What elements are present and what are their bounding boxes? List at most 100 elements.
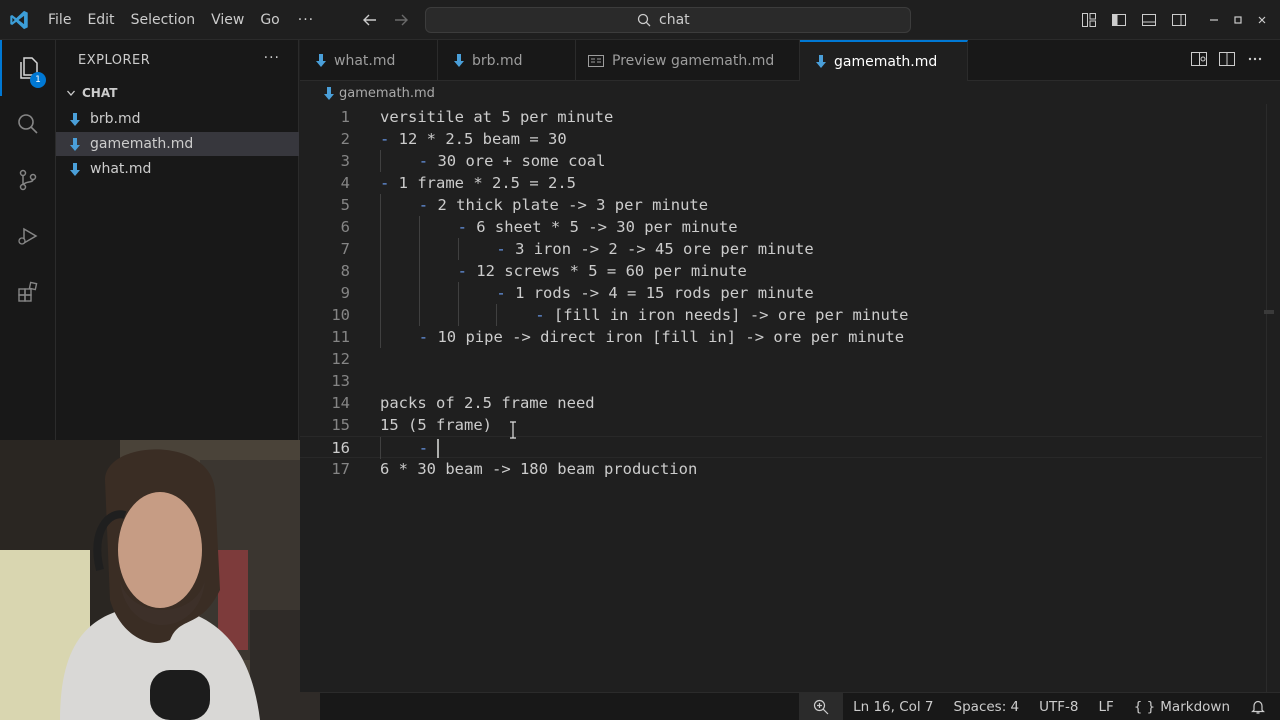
editor-line[interactable]: 2 - 12 * 2.5 beam = 30 [300, 128, 1262, 150]
line-text[interactable]: 15 (5 frame) [380, 414, 492, 436]
breadcrumb[interactable]: gamemath.md [300, 82, 435, 104]
title-bar: File Edit Selection View Go ··· [0, 0, 1280, 40]
search-icon [637, 13, 651, 27]
breadcrumb-file[interactable]: gamemath.md [339, 86, 435, 101]
editor-line[interactable]: 15 15 (5 frame) [300, 414, 1262, 436]
back-arrow-icon[interactable] [360, 10, 380, 30]
language-mode-status[interactable]: { } Markdown [1124, 693, 1240, 720]
more-actions-icon[interactable] [1246, 50, 1264, 68]
zoom-icon [813, 699, 829, 714]
scrollbar-slider[interactable] [1264, 310, 1274, 314]
toggle-panel-icon[interactable] [1134, 0, 1164, 40]
editor-line[interactable]: 16 - [300, 436, 1262, 459]
line-text[interactable]: - [fill in iron needs] -> ore per minute [535, 304, 908, 326]
tab-what-md[interactable]: what.md [300, 40, 438, 81]
markdown-icon [816, 55, 826, 68]
toggle-secondary-sidebar-icon[interactable] [1164, 0, 1194, 40]
explorer-more-button[interactable]: ··· [264, 50, 280, 66]
markdown-icon [316, 54, 326, 67]
explorer-activity[interactable]: 1 [0, 40, 56, 96]
file-item-gamemath[interactable]: gamemath.md [56, 132, 299, 156]
encoding-status[interactable]: UTF-8 [1029, 693, 1088, 720]
tab-brb-md[interactable]: brb.md [438, 40, 576, 81]
line-text[interactable]: - 1 rods -> 4 = 15 rods per minute [496, 282, 813, 304]
title-bar-controls [1074, 0, 1280, 40]
line-text[interactable]: - [419, 437, 440, 459]
cursor-position-status[interactable]: Ln 16, Col 7 [843, 693, 943, 720]
command-center-search[interactable] [425, 7, 911, 33]
indent-guide [380, 304, 381, 326]
line-text[interactable]: versitile at 5 per minute [380, 106, 613, 128]
editor-line[interactable]: 13 [300, 370, 1262, 392]
source-control-activity[interactable] [0, 152, 56, 208]
customize-layout-icon[interactable] [1074, 0, 1104, 40]
indent-guide [380, 282, 381, 304]
list-bullet: - [496, 284, 506, 302]
menu-edit[interactable]: Edit [79, 0, 122, 40]
editor-line[interactable]: 10 - [fill in iron needs] -> ore per minu… [300, 304, 1262, 326]
file-item-brb[interactable]: brb.md [56, 107, 299, 131]
text-cursor [437, 439, 440, 458]
editor-line[interactable]: 11 - 10 pipe -> direct iron [fill in] -> … [300, 326, 1262, 348]
editor-line[interactable]: 5 - 2 thick plate -> 3 per minute [300, 194, 1262, 216]
run-debug-icon [18, 227, 38, 245]
eol-status[interactable]: LF [1089, 693, 1124, 720]
open-preview-side-icon[interactable] [1190, 50, 1208, 68]
line-text[interactable]: packs of 2.5 frame need [380, 392, 595, 414]
editor-line[interactable]: 6 - 6 sheet * 5 -> 30 per minute [300, 216, 1262, 238]
menu-view[interactable]: View [203, 0, 252, 40]
menu-file[interactable]: File [40, 0, 79, 40]
indent-guide [418, 304, 420, 326]
editor-line[interactable]: 3 - 30 ore + some coal [300, 150, 1262, 172]
line-text[interactable]: - 30 ore + some coal [419, 150, 606, 172]
line-text[interactable]: 6 * 30 beam -> 180 beam production [380, 458, 697, 480]
list-bullet: - [380, 174, 390, 192]
forward-arrow-icon[interactable] [391, 10, 411, 30]
line-text[interactable]: - 3 iron -> 2 -> 45 ore per minute [496, 238, 813, 260]
editor-line[interactable]: 17 6 * 30 beam -> 180 beam production [300, 458, 1262, 480]
folder-header-chat[interactable]: CHAT [56, 82, 299, 104]
toggle-primary-sidebar-icon[interactable] [1104, 0, 1134, 40]
menu-more-button[interactable]: ··· [288, 12, 324, 28]
line-number: 2 [340, 130, 350, 148]
editor-tab-bar: what.md brb.md Preview gamemath.md gamem… [300, 40, 1280, 81]
code-editor[interactable]: 1 versitile at 5 per minute 2 - 12 * 2.5 be… [300, 104, 1280, 692]
editor-line[interactable]: 4 - 1 frame * 2.5 = 2.5 [300, 172, 1262, 194]
chevron-down-icon [60, 88, 82, 98]
vertical-scrollbar[interactable] [1266, 104, 1280, 692]
extensions-activity[interactable] [0, 264, 56, 320]
menu-go[interactable]: Go [252, 0, 287, 40]
editor-line[interactable]: 7 - 3 iron -> 2 -> 45 ore per minute [300, 238, 1262, 260]
file-item-what[interactable]: what.md [56, 157, 299, 181]
maximize-button[interactable] [1226, 0, 1250, 40]
minimize-button[interactable] [1202, 0, 1226, 40]
extensions-icon [18, 281, 38, 302]
tab-preview-gamemath[interactable]: Preview gamemath.md [576, 40, 800, 81]
line-text[interactable]: - 1 frame * 2.5 = 2.5 [380, 172, 576, 194]
bell-icon [1251, 700, 1265, 714]
list-bullet: - [496, 240, 506, 258]
markdown-icon [324, 86, 334, 100]
zoom-status[interactable] [799, 692, 844, 720]
indentation-status[interactable]: Spaces: 4 [944, 693, 1030, 720]
line-number: 14 [331, 394, 350, 412]
editor-line[interactable]: 1 versitile at 5 per minute [300, 106, 1262, 128]
notifications-status[interactable] [1240, 693, 1280, 720]
search-input[interactable] [659, 12, 699, 28]
search-activity[interactable] [0, 96, 56, 152]
close-window-button[interactable] [1250, 0, 1274, 40]
list-bullet: - [380, 130, 390, 148]
editor-line[interactable]: 12 [300, 348, 1262, 370]
line-text[interactable]: - 2 thick plate -> 3 per minute [419, 194, 708, 216]
split-editor-icon[interactable] [1218, 50, 1236, 68]
editor-line[interactable]: 8 - 12 screws * 5 = 60 per minute [300, 260, 1262, 282]
run-debug-activity[interactable] [0, 208, 56, 264]
menu-selection[interactable]: Selection [123, 0, 204, 40]
line-text[interactable]: - 10 pipe -> direct iron [fill in] -> or… [419, 326, 904, 348]
line-text[interactable]: - 12 screws * 5 = 60 per minute [458, 260, 747, 282]
editor-line[interactable]: 14 packs of 2.5 frame need [300, 392, 1262, 414]
line-text[interactable]: - 6 sheet * 5 -> 30 per minute [458, 216, 738, 238]
tab-gamemath-md[interactable]: gamemath.md [800, 40, 968, 81]
editor-line[interactable]: 9 - 1 rods -> 4 = 15 rods per minute [300, 282, 1262, 304]
line-text[interactable]: - 12 * 2.5 beam = 30 [380, 128, 567, 150]
